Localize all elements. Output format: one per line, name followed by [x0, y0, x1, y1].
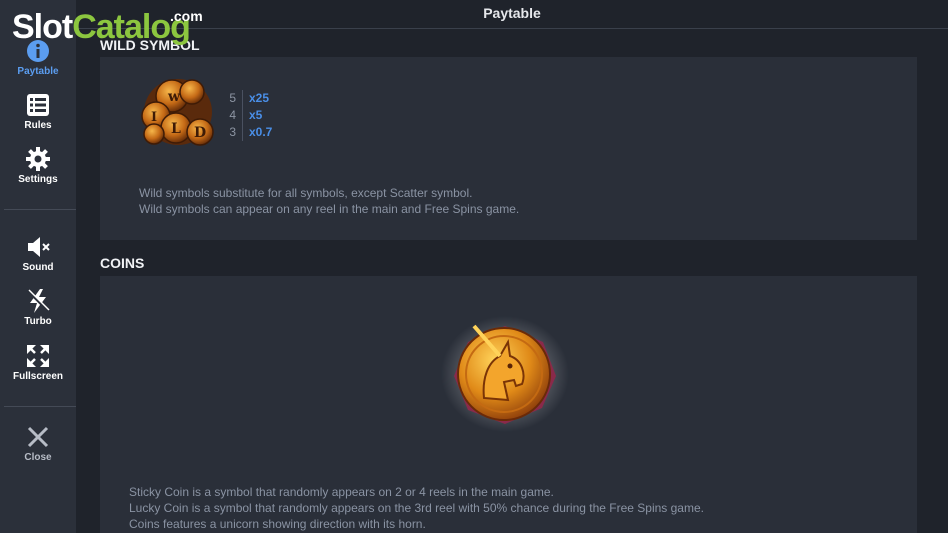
description-line: Sticky Coin is a symbol that randomly ap…: [129, 485, 554, 499]
sidebar-item-sound[interactable]: Sound: [0, 234, 76, 273]
description-line: Wild symbols can appear on any reel in t…: [139, 202, 520, 216]
payout-row: 5 x25: [224, 90, 272, 107]
watermark-logo: SlotCatalog .com: [12, 8, 212, 60]
sidebar-item-label: Turbo: [24, 316, 52, 327]
sidebar-item-label: Rules: [24, 120, 52, 131]
wild-description: Wild symbols substitute for all symbols,…: [139, 185, 519, 217]
list-icon: [27, 94, 49, 116]
close-icon: [27, 426, 49, 448]
coins-description: Sticky Coin is a symbol that randomly ap…: [129, 484, 704, 532]
fullscreen-icon: [27, 345, 49, 367]
svg-text:w: w: [167, 89, 181, 105]
sidebar-item-settings[interactable]: Settings: [0, 146, 76, 185]
wild-payout-table: 5 x25 4 x5 3 x0.7: [224, 90, 272, 141]
svg-text:I: I: [151, 110, 157, 125]
payout-row: 3 x0.7: [224, 124, 272, 141]
payout-row: 4 x5: [224, 107, 272, 124]
sidebar-item-turbo[interactable]: Turbo: [0, 288, 76, 327]
payout-count: 4: [224, 107, 243, 124]
payout-count: 3: [224, 124, 243, 141]
sidebar-item-label: Settings: [18, 174, 58, 185]
speaker-muted-icon: [28, 237, 50, 257]
sidebar-item-fullscreen[interactable]: Fullscreen: [0, 343, 76, 382]
svg-text:D: D: [194, 125, 206, 141]
sidebar-item-label: Fullscreen: [12, 371, 64, 382]
sidebar: Paytable Rules Settings Sound Turbo Full…: [0, 0, 76, 533]
coin-symbol-image: [441, 316, 569, 432]
section-title-coins: COINS: [100, 255, 145, 271]
payout-multiplier: x5: [249, 108, 263, 122]
svg-text:L: L: [171, 121, 181, 137]
lightning-icon: [27, 289, 50, 313]
logo-text-slot: Slot: [12, 8, 73, 46]
sidebar-divider: [4, 209, 76, 210]
wild-symbol-image: w I L D: [141, 79, 214, 146]
payout-count: 5: [224, 90, 243, 107]
payout-multiplier: x0.7: [249, 125, 273, 139]
description-line: Coins features a unicorn showing directi…: [129, 517, 426, 531]
sidebar-item-label: Sound: [22, 262, 54, 273]
gear-icon: [26, 147, 50, 171]
sidebar-divider: [4, 406, 76, 407]
description-line: Lucky Coin is a symbol that randomly app…: [129, 501, 704, 515]
sidebar-item-label: Close: [24, 452, 52, 463]
description-line: Wild symbols substitute for all symbols,…: [139, 186, 473, 200]
payout-multiplier: x25: [249, 91, 270, 105]
sidebar-item-label: Paytable: [17, 66, 59, 77]
sidebar-item-rules[interactable]: Rules: [0, 92, 76, 131]
sidebar-item-close[interactable]: Close: [0, 424, 76, 463]
logo-text-com: .com: [170, 8, 203, 24]
